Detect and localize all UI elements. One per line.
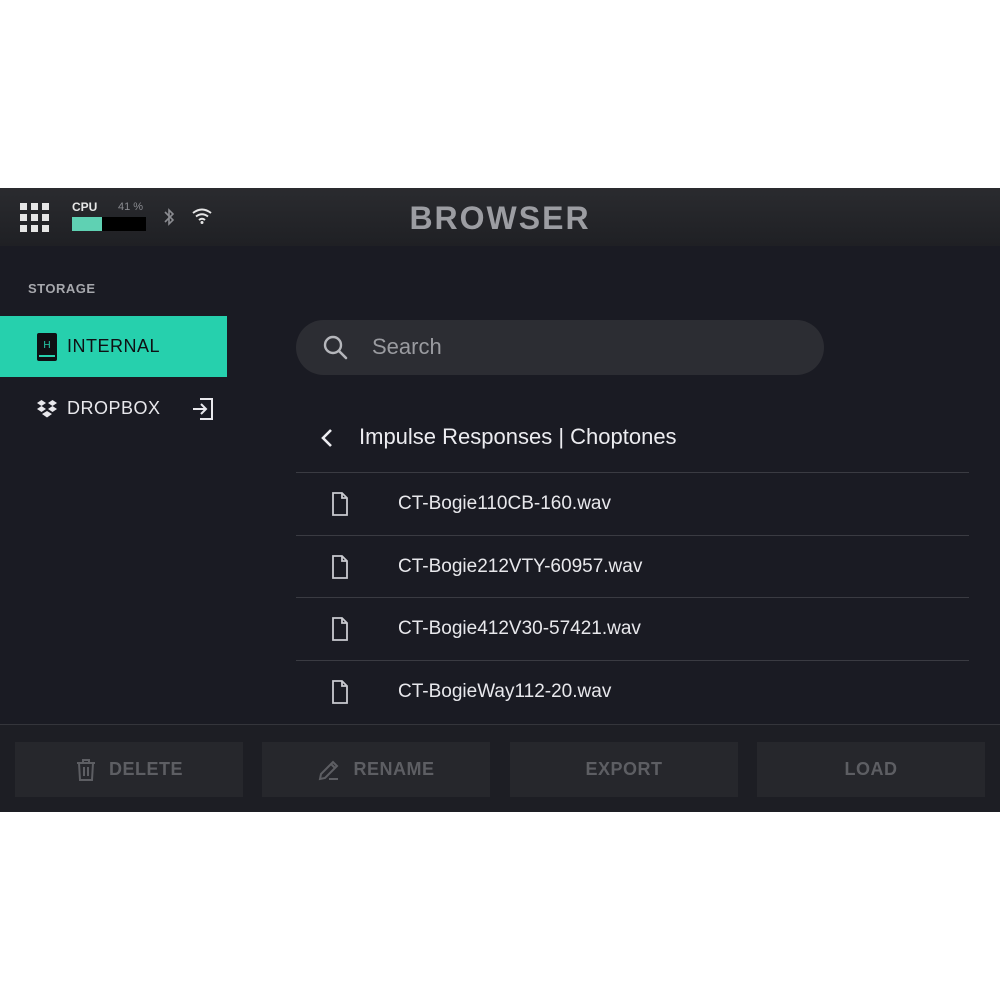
file-name: CT-BogieWay112-20.wav [398,680,612,702]
sidebar-item-label: INTERNAL [67,336,161,356]
sidebar-item-dropbox[interactable]: DROPBOX [0,378,227,439]
search-bar[interactable] [296,320,824,375]
file-name: CT-Bogie110CB-160.wav [398,493,611,514]
breadcrumb-path: Impulse Responses | Choptones [359,424,677,449]
file-name: CT-Bogie212VTY-60957.wav [398,555,643,577]
dropbox-icon [37,399,57,417]
sidebar-item-internal[interactable]: H INTERNAL [0,316,227,377]
action-bar: DELETE RENAME EXPORT LOAD [0,724,1000,812]
back-chevron-icon[interactable] [314,424,340,452]
export-button[interactable]: EXPORT [510,742,738,797]
trash-icon [76,758,95,781]
top-bar: CPU 41 % BROWSER [0,188,1000,246]
file-name: CT-Bogie412V30-57421.wav [398,618,641,639]
file-icon [332,679,348,704]
load-label: LOAD [844,759,898,779]
hdd-icon: H [37,332,57,361]
rename-button[interactable]: RENAME [262,742,490,797]
browser-screen: CPU 41 % BROWSER STORAGE H INTERNAL DROP… [0,188,1000,812]
file-icon [332,554,348,579]
file-list: CT-Bogie110CB-160.wav CT-Bogie212VTY-609… [296,472,969,722]
rename-label: RENAME [353,759,435,779]
login-icon[interactable] [191,397,215,421]
page-title: BROWSER [409,200,591,236]
pencil-icon [319,760,339,780]
file-row[interactable]: CT-Bogie212VTY-60957.wav [296,534,969,598]
file-icon [332,617,348,641]
file-icon [332,492,348,516]
load-button[interactable]: LOAD [757,742,985,797]
file-row[interactable]: CT-Bogie412V30-57421.wav [296,597,969,660]
sidebar-item-label: DROPBOX [67,398,161,418]
svg-text:H: H [43,340,50,351]
delete-label: DELETE [108,759,183,779]
file-row[interactable]: CT-Bogie110CB-160.wav [296,472,969,535]
search-icon [323,335,348,360]
delete-button[interactable]: DELETE [15,742,243,797]
file-row[interactable]: CT-BogieWay112-20.wav [296,659,969,723]
export-label: EXPORT [585,759,663,779]
storage-section-label: STORAGE [28,281,96,296]
search-input[interactable] [372,328,792,366]
